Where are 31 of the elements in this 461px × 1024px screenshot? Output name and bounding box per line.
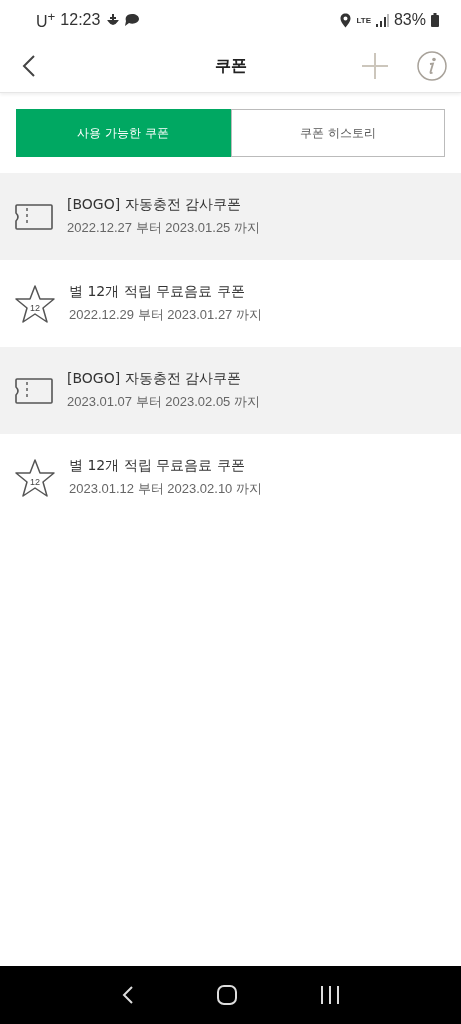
chat-bubble-icon (124, 13, 141, 27)
tab[interactable]: 쿠폰 히스토리 (230, 109, 445, 157)
coupon-period: 2023.01.07 부터 2023.02.05 까지 (67, 393, 260, 411)
back-icon[interactable] (22, 55, 36, 77)
carrier-label: U$^{+}$ (36, 8, 56, 32)
coupon-period: 2022.12.29 부터 2023.01.27 까지 (69, 306, 262, 324)
recent-apps-icon[interactable] (318, 985, 341, 1005)
coupon-row[interactable]: 12 별 12개 적립 무료음료 쿠폰 2022.12.29 부터 2023.01.27 까지 (0, 260, 461, 347)
clock: 12:23 (60, 11, 101, 29)
coupon-title: 별 12개 적립 무료음료 쿠폰 (69, 283, 246, 301)
coupon-title: 별 12개 적립 무료음료 쿠폰 (69, 457, 246, 475)
home-icon[interactable] (215, 984, 238, 1006)
coupon-period: 2023.01.12 부터 2023.02.10 까지 (69, 480, 262, 498)
page-title: 쿠폰 (213, 55, 248, 77)
location-icon (340, 12, 352, 28)
coupon-row[interactable]: 12 별 12개 적립 무료음료 쿠폰 2023.01.12 부터 2023.02.10 까지 (0, 434, 461, 521)
notification-icon (107, 13, 120, 27)
coupon-row[interactable]: [BOGO] 자동충전 감사쿠폰 2023.01.07 부터 2023.02.05 까지 (0, 347, 461, 434)
star-icon: 12 (15, 284, 55, 323)
coupon-title: [BOGO] 자동충전 감사쿠폰 (67, 196, 243, 214)
signal-icon (375, 13, 389, 27)
back-icon[interactable] (120, 985, 135, 1005)
battery-icon (431, 13, 439, 27)
ticket-icon (15, 377, 53, 404)
network-label: LTE (356, 15, 371, 25)
ticket-icon (15, 203, 53, 230)
star-icon: 12 (15, 458, 55, 497)
coupon-period: 2022.12.27 부터 2023.01.25 까지 (67, 219, 260, 237)
coupon-title: [BOGO] 자동충전 감사쿠폰 (67, 370, 243, 388)
coupon-row[interactable]: [BOGO] 자동충전 감사쿠폰 2022.12.27 부터 2023.01.25 까지 (0, 173, 461, 260)
battery-percent: 83% (393, 11, 426, 29)
